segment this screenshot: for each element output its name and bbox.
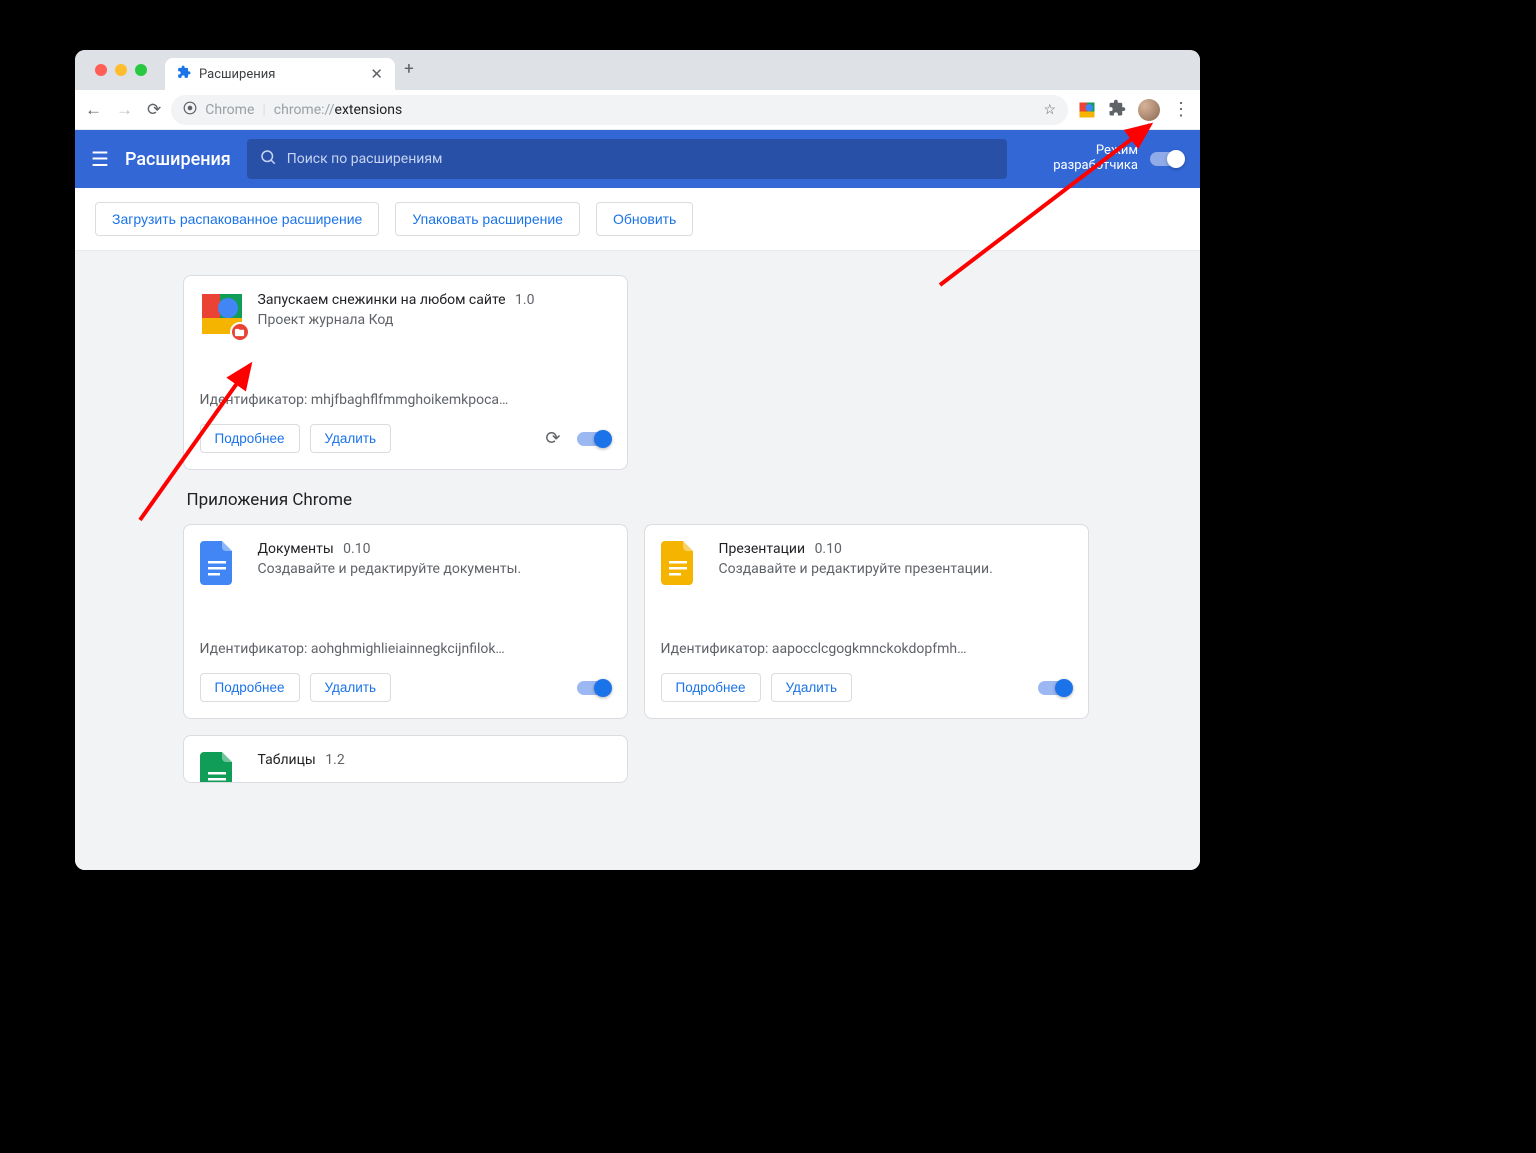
app-toggle[interactable] bbox=[1038, 681, 1072, 695]
extension-description: Проект журнала Код bbox=[258, 312, 535, 328]
remove-button[interactable]: Удалить bbox=[310, 673, 392, 702]
extension-name: Запускаем снежинки на любом сайте bbox=[258, 292, 506, 308]
developer-mode-control: Режим разработчика bbox=[1053, 144, 1184, 174]
app-name: Таблицы bbox=[258, 752, 316, 768]
remove-button[interactable]: Удалить bbox=[310, 424, 392, 453]
apps-section-title: Приложения Chrome bbox=[187, 490, 1093, 510]
app-description: Создавайте и редактируйте презентации. bbox=[719, 561, 993, 577]
browser-menu-icon[interactable]: ⋮ bbox=[1172, 99, 1190, 120]
menu-icon[interactable]: ☰ bbox=[91, 147, 109, 171]
app-toggle[interactable] bbox=[577, 681, 611, 695]
close-tab-icon[interactable]: ✕ bbox=[370, 65, 383, 83]
id-label: Идентификатор: bbox=[200, 392, 308, 408]
details-button[interactable]: Подробнее bbox=[200, 673, 300, 702]
search-icon bbox=[259, 148, 277, 170]
close-window-button[interactable] bbox=[95, 64, 107, 76]
extension-toggle[interactable] bbox=[577, 432, 611, 446]
app-icon bbox=[661, 541, 705, 585]
toolbar-right: ⋮ bbox=[1078, 99, 1190, 121]
app-version: 0.10 bbox=[815, 541, 842, 557]
browser-toolbar: ← → ⟳ Chrome | chrome://extensions ☆ ⋮ bbox=[75, 90, 1200, 130]
developer-mode-label: Режим разработчика bbox=[1053, 144, 1138, 174]
url-path: extensions bbox=[335, 102, 403, 118]
id-label: Идентификатор: bbox=[200, 641, 308, 657]
puzzle-icon bbox=[177, 65, 191, 83]
back-icon[interactable]: ← bbox=[85, 100, 102, 120]
nav-buttons: ← → ⟳ bbox=[85, 100, 161, 120]
extension-version: 1.0 bbox=[515, 292, 534, 308]
app-version: 1.2 bbox=[325, 752, 344, 768]
app-card: Презентации 0.10 Создавайте и редактируй… bbox=[644, 524, 1089, 719]
extension-action-icon[interactable] bbox=[1078, 101, 1096, 119]
pack-extension-button[interactable]: Упаковать расширение bbox=[395, 202, 580, 236]
developer-actions: Загрузить распакованное расширение Упако… bbox=[75, 188, 1200, 251]
tab-title: Расширения bbox=[199, 67, 275, 82]
extension-icon bbox=[200, 292, 244, 336]
new-tab-button[interactable]: + bbox=[395, 59, 423, 81]
app-icon bbox=[200, 541, 244, 585]
app-name: Документы bbox=[258, 541, 334, 557]
browser-window: Расширения ✕ + ← → ⟳ Chrome | chrome://e… bbox=[75, 50, 1200, 870]
omnibox[interactable]: Chrome | chrome://extensions ☆ bbox=[171, 95, 1068, 125]
app-version: 0.10 bbox=[343, 541, 370, 557]
site-identity-icon bbox=[183, 101, 197, 119]
url-scheme: chrome:// bbox=[274, 102, 335, 118]
page-title: Расширения bbox=[125, 149, 231, 170]
load-unpacked-button[interactable]: Загрузить распакованное расширение bbox=[95, 202, 379, 236]
details-button[interactable]: Подробнее bbox=[661, 673, 761, 702]
app-description: Создавайте и редактируйте документы. bbox=[258, 561, 522, 577]
app-name: Презентации bbox=[719, 541, 806, 557]
app-card: Таблицы 1.2 bbox=[183, 735, 628, 783]
maximize-window-button[interactable] bbox=[135, 64, 147, 76]
developer-mode-toggle[interactable] bbox=[1150, 152, 1184, 166]
extension-id: mhjfbaghflfmmghoikemkpoca… bbox=[311, 392, 509, 408]
main-content: Запускаем снежинки на любом сайте 1.0 Пр… bbox=[75, 251, 1200, 870]
minimize-window-button[interactable] bbox=[115, 64, 127, 76]
extension-card: Запускаем снежинки на любом сайте 1.0 Пр… bbox=[183, 275, 628, 470]
bookmark-icon[interactable]: ☆ bbox=[1043, 102, 1056, 118]
details-button[interactable]: Подробнее bbox=[200, 424, 300, 453]
reload-icon[interactable]: ⟳ bbox=[147, 100, 161, 120]
update-button[interactable]: Обновить bbox=[596, 202, 693, 236]
url-prefix: Chrome bbox=[205, 102, 254, 118]
unpacked-badge-icon bbox=[230, 322, 250, 342]
app-card: Документы 0.10 Создавайте и редактируйте… bbox=[183, 524, 628, 719]
search-placeholder: Поиск по расширениям bbox=[287, 151, 443, 167]
profile-avatar[interactable] bbox=[1138, 99, 1160, 121]
remove-button[interactable]: Удалить bbox=[771, 673, 853, 702]
app-icon bbox=[200, 752, 244, 783]
extensions-header: ☰ Расширения Поиск по расширениям Режим … bbox=[75, 130, 1200, 188]
id-label: Идентификатор: bbox=[661, 641, 769, 657]
browser-tab[interactable]: Расширения ✕ bbox=[165, 58, 395, 90]
tab-strip: Расширения ✕ + bbox=[75, 50, 1200, 90]
app-id: aohghmighlieiainnegkcijnfilok… bbox=[311, 641, 505, 657]
search-input[interactable]: Поиск по расширениям bbox=[247, 139, 1007, 179]
extensions-puzzle-icon[interactable] bbox=[1108, 99, 1126, 121]
forward-icon[interactable]: → bbox=[116, 100, 133, 120]
app-id: aapocclcgogkmnckokdopfmh… bbox=[772, 641, 967, 657]
reload-extension-icon[interactable]: ⟳ bbox=[539, 428, 566, 449]
window-controls bbox=[87, 64, 155, 76]
